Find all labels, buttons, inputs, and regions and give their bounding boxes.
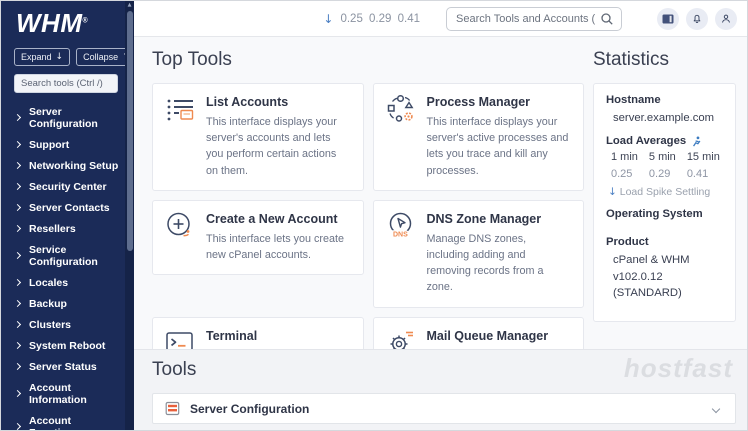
topbar-search xyxy=(446,7,622,31)
terminal-icon xyxy=(165,328,195,350)
apps-panel-icon xyxy=(661,12,675,26)
card-create-new-account[interactable]: Create a New Account This interface lets… xyxy=(152,200,364,275)
hostname-label: Hostname xyxy=(606,94,723,106)
statistics-title: Statistics xyxy=(593,49,736,71)
sidebar-search-input[interactable] xyxy=(14,74,118,93)
top-row: Top Tools List Accoun xyxy=(134,37,747,349)
svg-text:DNS: DNS xyxy=(393,231,408,238)
operating-system-label: Operating System xyxy=(606,208,723,220)
hostfast-watermark: hostfast xyxy=(624,353,733,384)
chevron-right-icon xyxy=(14,141,21,148)
card-title: DNS Zone Manager xyxy=(427,212,572,226)
chevron-right-icon xyxy=(14,204,21,211)
sidebar-controls: Expand ↓ Collapse ↑ xyxy=(1,39,134,66)
statistics-card: Hostname server.example.com Load Average… xyxy=(593,83,736,322)
card-mail-queue-manager[interactable]: Mail Queue Manager This interface lets y… xyxy=(373,317,585,350)
product-value: cPanel & WHM v102.0.12 (STANDARD) xyxy=(606,252,723,301)
chevron-right-icon xyxy=(14,252,21,259)
sidebar-item-resellers[interactable]: Resellers xyxy=(1,218,134,239)
card-dns-zone-manager[interactable]: DNS DNS Zone Manager Manage DNS zones, i… xyxy=(373,200,585,308)
process-manager-icon xyxy=(386,94,416,124)
topbar-load-averages[interactable]: 0.25 0.29 0.41 xyxy=(340,13,420,25)
chevron-right-icon xyxy=(14,363,21,370)
sidebar-item-service-configuration[interactable]: Service Configuration xyxy=(1,239,134,272)
chevron-right-icon xyxy=(14,423,21,430)
card-list-accounts[interactable]: List Accounts This interface displays yo… xyxy=(152,83,364,191)
whm-logo: WHM® xyxy=(1,1,134,39)
chevron-right-icon xyxy=(14,183,21,190)
card-description: This interface lets you create new cPane… xyxy=(206,231,351,263)
sidebar: WHM® Expand ↓ Collapse ↑ Server Configur… xyxy=(1,1,134,430)
sidebar-item-backup[interactable]: Backup xyxy=(1,293,134,314)
tools-section: hostfast Tools Server Configuration xyxy=(134,349,747,430)
top-tools-section: Top Tools List Accoun xyxy=(152,49,584,349)
create-account-icon xyxy=(165,211,195,241)
runner-icon xyxy=(691,136,702,147)
card-description: This interface displays your server's ac… xyxy=(206,114,351,179)
chevron-down-icon xyxy=(712,404,720,412)
main-content: Top Tools List Accoun xyxy=(134,37,747,430)
sidebar-item-server-contacts[interactable]: Server Contacts xyxy=(1,197,134,218)
arrow-down-icon: ↓ xyxy=(608,186,617,198)
apps-panel-button[interactable] xyxy=(657,8,679,30)
sidebar-item-locales[interactable]: Locales xyxy=(1,272,134,293)
card-terminal[interactable]: Terminal This interface provides an in-b… xyxy=(152,317,364,350)
user-button[interactable] xyxy=(715,8,737,30)
sidebar-nav: Server Configuration Support Networking … xyxy=(1,101,134,431)
search-icon xyxy=(599,11,615,27)
load-averages-label: Load Averages xyxy=(606,135,723,147)
dns-zone-icon: DNS xyxy=(386,211,416,241)
chevron-right-icon xyxy=(14,162,21,169)
list-accounts-icon xyxy=(165,94,195,124)
hostname-value: server.example.com xyxy=(606,110,723,126)
bell-icon xyxy=(690,12,704,26)
mail-queue-icon xyxy=(386,328,416,350)
card-title: Terminal xyxy=(206,329,351,343)
card-description: Manage DNS zones, including adding and r… xyxy=(427,231,572,296)
card-process-manager[interactable]: Process Manager This interface displays … xyxy=(373,83,585,191)
load-averages-table: 1 min 5 min 15 min 0.25 0.29 0.41 xyxy=(606,151,723,180)
whm-screen: WHM® Expand ↓ Collapse ↑ Server Configur… xyxy=(0,0,748,431)
sidebar-item-account-functions[interactable]: Account Functions xyxy=(1,410,134,431)
card-title: Mail Queue Manager xyxy=(427,329,572,343)
chevron-right-icon xyxy=(14,279,21,286)
top-tools-title: Top Tools xyxy=(152,49,584,71)
scroll-up-icon[interactable]: ▲ xyxy=(125,2,134,8)
sidebar-item-support[interactable]: Support xyxy=(1,134,134,155)
top-tools-grid: List Accounts This interface displays yo… xyxy=(152,83,584,349)
sidebar-item-networking-setup[interactable]: Networking Setup xyxy=(1,155,134,176)
sidebar-item-server-configuration[interactable]: Server Configuration xyxy=(1,101,134,134)
expand-button[interactable]: Expand ↓ xyxy=(14,48,70,66)
chevron-right-icon xyxy=(14,300,21,307)
chevron-right-icon xyxy=(14,114,21,121)
registered-mark: ® xyxy=(82,17,88,24)
user-icon xyxy=(719,12,733,26)
sidebar-item-account-information[interactable]: Account Information xyxy=(1,377,134,410)
sidebar-item-security-center[interactable]: Security Center xyxy=(1,176,134,197)
chevron-right-icon xyxy=(14,390,21,397)
notifications-button[interactable] xyxy=(686,8,708,30)
load-spike-settling-link[interactable]: ↓ Load Spike Settling xyxy=(608,186,723,198)
server-icon xyxy=(165,401,180,416)
accordion-label: Server Configuration xyxy=(190,402,703,416)
sidebar-scrollbar-thumb[interactable] xyxy=(127,11,133,251)
statistics-section: Statistics Hostname server.example.com L… xyxy=(593,49,736,349)
accordion-server-configuration[interactable]: Server Configuration xyxy=(152,393,736,424)
topbar: ↓ 0.25 0.29 0.41 xyxy=(134,1,747,37)
chevron-right-icon xyxy=(14,321,21,328)
topbar-search-input[interactable] xyxy=(446,7,622,31)
card-title: List Accounts xyxy=(206,95,351,109)
card-title: Create a New Account xyxy=(206,212,351,226)
card-title: Process Manager xyxy=(427,95,572,109)
sidebar-item-system-reboot[interactable]: System Reboot xyxy=(1,335,134,356)
arrow-down-icon: ↓ xyxy=(56,52,64,62)
sidebar-scrollbar[interactable]: ▲ xyxy=(125,1,134,430)
load-trend-down-icon: ↓ xyxy=(323,12,333,26)
card-description: This interface displays your server's ac… xyxy=(427,114,572,179)
product-label: Product xyxy=(606,236,723,248)
chevron-right-icon xyxy=(14,225,21,232)
sidebar-item-clusters[interactable]: Clusters xyxy=(1,314,134,335)
sidebar-item-server-status[interactable]: Server Status xyxy=(1,356,134,377)
chevron-right-icon xyxy=(14,342,21,349)
